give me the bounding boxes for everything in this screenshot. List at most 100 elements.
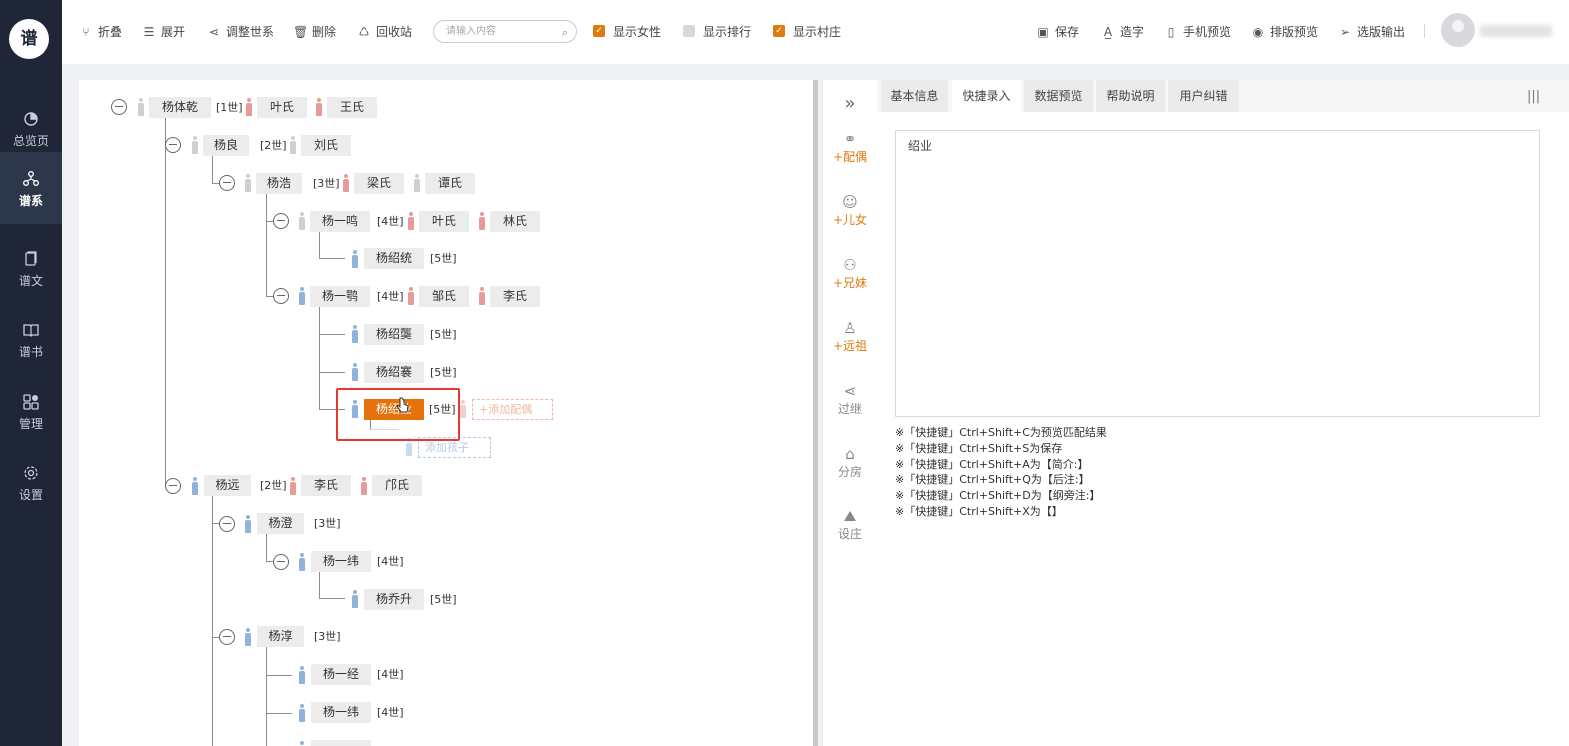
expand-panel-icon[interactable]: ||| [1527, 89, 1540, 104]
nav-book[interactable]: 谱书 [0, 303, 62, 373]
collapse-node-toggle[interactable] [219, 516, 235, 532]
tree-node-person[interactable]: 杨浩 [256, 173, 302, 194]
delete-button[interactable]: 🗑 删除 [293, 23, 336, 41]
tree-line [319, 334, 345, 335]
avatar[interactable] [1441, 13, 1475, 47]
tab-basic-info[interactable]: 基本信息 [881, 80, 948, 112]
tab-data-preview[interactable]: 数据预览 [1024, 80, 1093, 112]
tree-node-spouse[interactable]: 李氏 [490, 286, 540, 307]
tree-line [319, 229, 320, 259]
add-spouse-button[interactable]: +添加配偶 [472, 399, 553, 420]
tree-node-spouse[interactable]: 叶氏 [419, 211, 469, 232]
tree-node-person[interactable]: 杨淳 [257, 626, 304, 647]
collapse-node-toggle[interactable] [273, 554, 289, 570]
tab-quick-input[interactable]: 快捷录入 [952, 80, 1021, 112]
nav-lineage[interactable]: 谱系 [0, 152, 62, 224]
female-icon [478, 287, 486, 305]
tree-node-spouse[interactable]: 邹氏 [419, 286, 469, 307]
panel-splitter[interactable] [813, 80, 818, 746]
spouse-icon: ⚭ [843, 130, 857, 148]
search-input[interactable]: 请输入内容 ⌕ [433, 20, 577, 43]
username-blurred[interactable] [1480, 25, 1552, 37]
nav-manage[interactable]: 管理 [0, 375, 62, 445]
show-rank-label: 显示排行 [703, 25, 752, 39]
collapse-node-toggle[interactable] [111, 99, 127, 115]
generation-label: [2世] [260, 139, 287, 152]
quick-input-textarea[interactable]: 绍业 [895, 130, 1540, 417]
tree-node-person[interactable]: 杨远 [204, 475, 251, 496]
save-button[interactable]: ▣ 保存 [1036, 23, 1079, 41]
tree-node-person[interactable]: 杨良 [203, 135, 249, 156]
tree-node-spouse[interactable]: 林氏 [490, 211, 540, 232]
female-icon [407, 212, 415, 230]
layout-preview-button[interactable]: ◉ 排版预览 [1251, 23, 1318, 41]
pie-chart-icon [24, 112, 38, 126]
add-spouse-tool-label: +配偶 [832, 150, 868, 164]
collapse-node-toggle[interactable] [219, 175, 235, 191]
male-icon [351, 250, 359, 268]
branch-tool[interactable]: ⌂ 分房 [823, 445, 877, 480]
tree-node-spouse[interactable]: 邝氏 [372, 475, 422, 496]
female-icon [413, 174, 421, 192]
tree-node-spouse[interactable]: 刘氏 [301, 135, 351, 156]
add-ancestor-tool[interactable]: ♙ +远祖 [823, 319, 877, 354]
tree-node-spouse[interactable]: 叶氏 [257, 97, 307, 118]
tree-node-spouse[interactable]: 王氏 [327, 97, 377, 118]
tree-node-person[interactable]: 杨乔升 [364, 589, 424, 610]
male-icon [244, 628, 252, 646]
add-siblings-tool[interactable]: ⚇ +兄妹 [823, 256, 877, 291]
tree-node-person[interactable]: 杨一纬 [311, 551, 371, 572]
collapse-node-toggle[interactable] [273, 288, 289, 304]
tree-node-spouse[interactable]: 谭氏 [425, 173, 475, 194]
nav-settings[interactable]: 设置 [0, 446, 62, 516]
generation-label: [5世] [430, 366, 457, 379]
mobile-preview-button[interactable]: ▯ 手机预览 [1164, 23, 1231, 41]
generation-label: [5世] [430, 252, 457, 265]
tree-node-spouse[interactable]: 梁氏 [354, 173, 404, 194]
tree-line [266, 561, 273, 562]
expand-button[interactable]: ☰ 展开 [142, 23, 185, 41]
generation-label: [4世] [377, 215, 404, 228]
collapse-button[interactable]: ⑂ 折叠 [79, 23, 122, 41]
make-char-button[interactable]: A̲ 造字 [1101, 23, 1144, 41]
tree-node-person[interactable]: 杨绍统 [364, 248, 424, 269]
collapse-node-toggle[interactable] [219, 629, 235, 645]
search-placeholder: 请输入内容 [446, 26, 496, 37]
tree-node-person[interactable]: 杨绍龑 [364, 324, 424, 345]
female-icon [342, 174, 350, 192]
gear-icon [24, 466, 38, 480]
tree-node-person[interactable]: 杨体乾 [149, 97, 211, 118]
tree-node-person[interactable]: 杨一鸣 [310, 211, 370, 232]
add-spouse-tool[interactable]: ⚭ +配偶 [823, 130, 877, 165]
tree-node-person[interactable]: 杨澄 [257, 513, 304, 534]
select-output-button[interactable]: ➢ 选版输出 [1338, 23, 1405, 41]
tab-help[interactable]: 帮助说明 [1096, 80, 1165, 112]
nav-articles[interactable]: 谱文 [0, 232, 62, 302]
collapse-node-toggle[interactable] [165, 478, 181, 494]
collapse-node-toggle[interactable] [273, 213, 289, 229]
show-village-checkbox[interactable]: ✓ [773, 25, 785, 37]
tree-line [266, 192, 267, 297]
tree-node-person[interactable]: 杨一鹗 [310, 286, 370, 307]
collapse-panel-arrow-icon[interactable]: » [823, 93, 877, 114]
add-children-tool[interactable]: ☺ +儿女 [823, 193, 877, 228]
female-icon [315, 98, 323, 116]
tree-node-person-partial[interactable] [311, 740, 371, 746]
nav-manage-label: 管理 [18, 417, 43, 431]
show-female-checkbox[interactable]: ✓ [593, 25, 605, 37]
adopt-tool[interactable]: ⋖ 过继 [823, 382, 877, 417]
show-rank-checkbox[interactable] [683, 25, 695, 37]
village-tool[interactable]: ⛰ 设庄 [823, 507, 877, 542]
adjust-lineage-button[interactable]: ⋖ 调整世系 [207, 23, 274, 41]
generation-label: [4世] [377, 555, 404, 568]
tree-node-person[interactable]: 杨一经 [311, 664, 371, 685]
select-output-label: 选版输出 [1357, 25, 1406, 39]
tree-node-person[interactable]: 杨绍褰 [364, 362, 424, 383]
tab-user-correction[interactable]: 用户纠错 [1168, 80, 1239, 112]
mountain-icon: ⛰ [843, 507, 857, 525]
recycle-bin-button[interactable]: ♺ 回收站 [357, 23, 412, 41]
font-icon: A̲ [1103, 25, 1113, 39]
tree-node-person[interactable]: 杨一纬 [311, 702, 371, 723]
collapse-node-toggle[interactable] [165, 137, 181, 153]
tree-node-spouse[interactable]: 李氏 [301, 475, 351, 496]
